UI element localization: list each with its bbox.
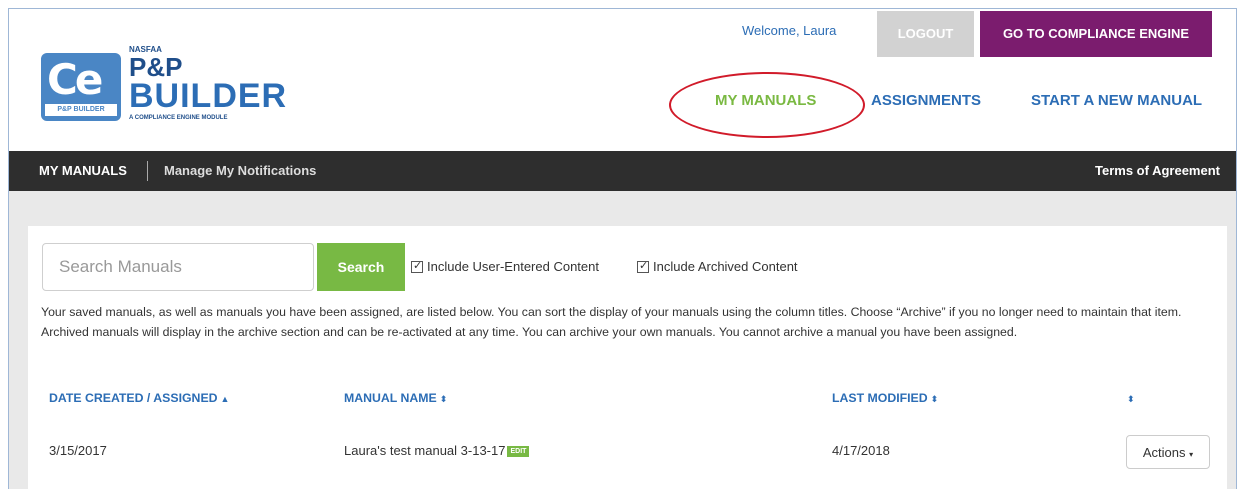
row-manual-name: Laura's test manual 3-13-17 EDIT [344, 443, 530, 458]
app-frame: Ce P&P BUILDER NASFAA P&P BUILDER A COMP… [8, 8, 1237, 489]
go-to-compliance-engine-button[interactable]: GO TO COMPLIANCE ENGINE [980, 11, 1212, 57]
manuals-description: Your saved manuals, as well as manuals y… [41, 305, 1182, 339]
include-user-content-label: Include User-Entered Content [427, 259, 599, 274]
sort-up-icon: ▲ [220, 394, 230, 404]
logo-badge-subtext: P&P BUILDER [45, 104, 117, 116]
include-archived-checkbox[interactable]: Include Archived Content [637, 259, 798, 274]
sort-icon: ⬍ [1127, 394, 1135, 404]
sub-navigation-bar: MY MANUALS Manage My Notifications Terms… [9, 151, 1236, 191]
column-header-manual-name[interactable]: MANUAL NAME ⬍ [344, 391, 447, 405]
column-header-date-label: DATE CREATED / ASSIGNED [49, 391, 218, 405]
search-button[interactable]: Search [317, 243, 405, 291]
column-header-name-label: MANUAL NAME [344, 391, 437, 405]
ce-logo-badge: Ce P&P BUILDER [41, 53, 121, 121]
manuals-panel: Search Include User-Entered Content Incl… [28, 226, 1227, 489]
subnav-manage-notifications[interactable]: Manage My Notifications [164, 163, 316, 178]
edit-badge[interactable]: EDIT [507, 446, 530, 458]
subnav-my-manuals[interactable]: MY MANUALS [39, 163, 127, 178]
column-header-date[interactable]: DATE CREATED / ASSIGNED ▲ [49, 391, 229, 405]
logo-title-line2: BUILDER [129, 77, 288, 115]
row-date: 3/15/2017 [49, 443, 107, 458]
include-archived-label: Include Archived Content [653, 259, 798, 274]
actions-label: Actions [1142, 444, 1186, 460]
logo-ce-text: Ce [47, 55, 103, 104]
checkbox-checked-icon[interactable] [411, 259, 423, 273]
sort-icon: ⬍ [439, 394, 448, 404]
column-header-actions[interactable]: ⬍ [1124, 391, 1135, 405]
column-header-modified-label: LAST MODIFIED [832, 391, 928, 405]
row-last-modified: 4/17/2018 [832, 443, 890, 458]
sort-icon: ⬍ [930, 394, 939, 404]
nav-assignments[interactable]: ASSIGNMENTS [871, 92, 981, 109]
nav-my-manuals[interactable]: MY MANUALS [715, 92, 816, 109]
subnav-divider [147, 161, 148, 181]
header: Ce P&P BUILDER NASFAA P&P BUILDER A COMP… [9, 9, 1236, 151]
row-manual-name-text[interactable]: Laura's test manual 3-13-17 [344, 443, 505, 458]
search-input[interactable] [42, 243, 314, 291]
actions-dropdown-button[interactable]: Actions ▾ [1126, 435, 1210, 469]
caret-down-icon: ▾ [1189, 449, 1194, 459]
nav-start-new-manual[interactable]: START A NEW MANUAL [1031, 92, 1202, 109]
logout-button[interactable]: LOGOUT [877, 11, 974, 57]
pp-builder-logo[interactable]: Ce P&P BUILDER NASFAA P&P BUILDER A COMP… [41, 45, 286, 131]
logo-tagline: A COMPLIANCE ENGINE MODULE [129, 115, 228, 121]
include-user-content-checkbox[interactable]: Include User-Entered Content [411, 259, 599, 274]
checkbox-checked-icon[interactable] [637, 259, 649, 273]
column-header-last-modified[interactable]: LAST MODIFIED ⬍ [832, 391, 938, 405]
welcome-text: Welcome, Laura [742, 23, 837, 38]
subnav-terms-of-agreement[interactable]: Terms of Agreement [1095, 163, 1220, 178]
